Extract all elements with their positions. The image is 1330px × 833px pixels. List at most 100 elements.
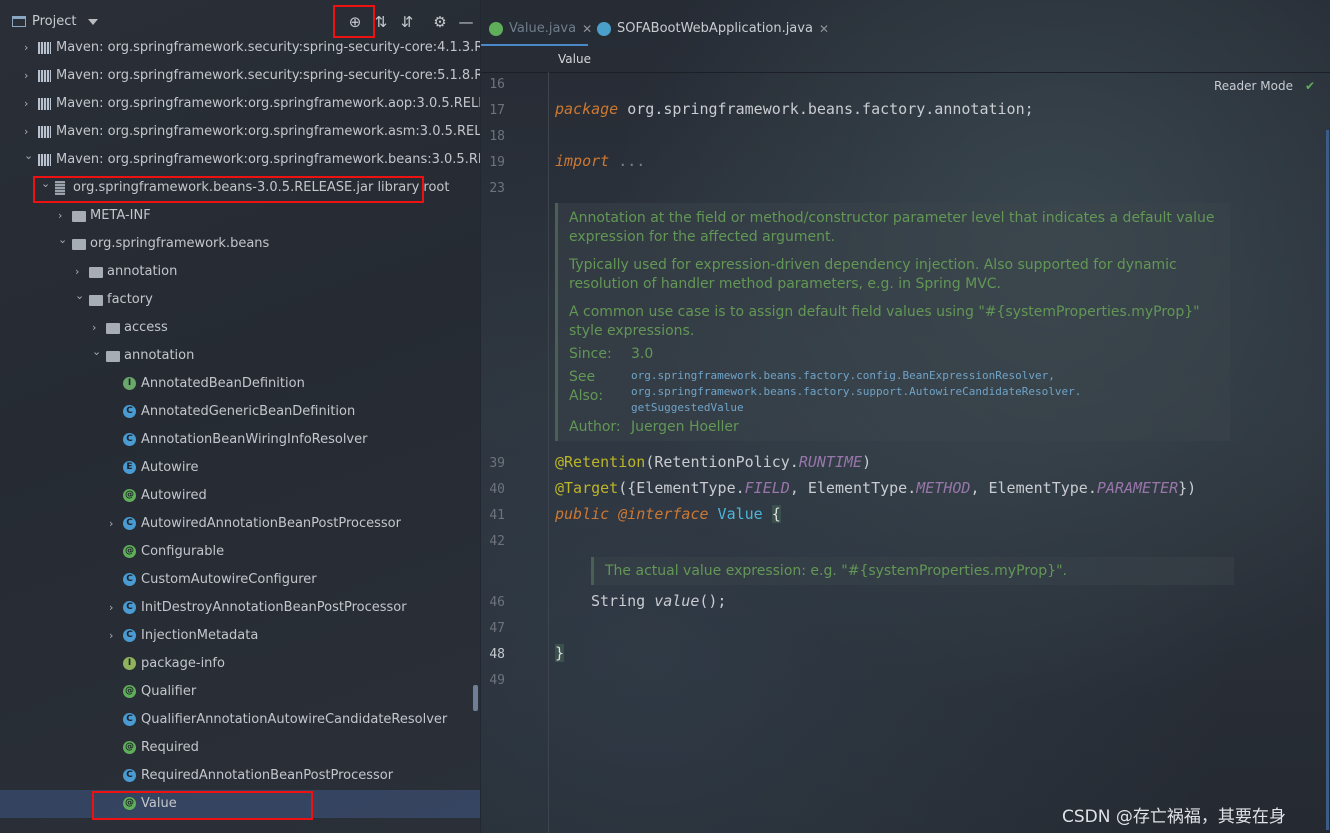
chevron-right-icon[interactable]: › — [109, 510, 119, 538]
tree-node[interactable]: @ Qualifier — [0, 678, 480, 706]
package-info-icon: I — [123, 657, 136, 670]
class-icon: C — [123, 573, 136, 586]
code-line-method[interactable]: String value(); — [591, 592, 726, 610]
doc-tag-value: Juergen Hoeller — [631, 419, 739, 435]
tab-sofaboot-web-application[interactable]: SOFABootWebApplication.java ✕ — [597, 14, 829, 44]
code-text: ) — [862, 453, 872, 471]
tab-value-java[interactable]: Value.java ✕ — [489, 14, 592, 44]
class-icon: C — [123, 601, 136, 614]
folded-imports[interactable]: ... — [609, 152, 645, 170]
code-line-retention[interactable]: @Retention(RetentionPolicy.RUNTIME) — [555, 453, 871, 471]
chevron-right-icon[interactable]: › — [109, 594, 119, 622]
tree-node-label: annotation — [107, 264, 178, 279]
close-icon[interactable]: ✕ — [582, 14, 592, 44]
tree-node[interactable]: Ipackage-info — [0, 650, 480, 678]
doc-link[interactable]: getSuggestedValue — [631, 400, 1081, 416]
tree-node-label: AutowiredAnnotationBeanPostProcessor — [141, 516, 401, 531]
tree-node[interactable]: › C AutowiredAnnotationBeanPostProcessor — [0, 510, 480, 538]
tree-node-label: AnnotatedGenericBeanDefinition — [141, 404, 356, 419]
folder-icon — [72, 211, 86, 222]
tree-node-label: org.springframework.beans — [90, 236, 270, 251]
doc-link[interactable]: org.springframework.beans.factory.config… — [631, 368, 1081, 384]
chevron-right-icon[interactable]: › — [24, 90, 34, 118]
hide-panel-icon[interactable]: — — [458, 14, 474, 30]
doc-author: Author: Juergen Hoeller — [569, 418, 1220, 437]
chevron-down-icon[interactable]: ⌄ — [75, 282, 85, 310]
line-number: 41 — [489, 508, 505, 523]
breadcrumb[interactable]: Value — [558, 52, 591, 66]
tree-node-label: Autowire — [141, 460, 199, 475]
chevron-right-icon[interactable]: › — [109, 622, 119, 650]
tree-node[interactable]: C AnnotatedGenericBeanDefinition — [0, 398, 480, 426]
tree-node-label: package-info — [141, 656, 225, 671]
close-icon[interactable]: ✕ — [819, 14, 829, 44]
annotation-icon: @ — [123, 741, 136, 754]
tree-node[interactable]: › Maven: org.springframework:org.springfr… — [0, 90, 480, 118]
highlight-box-locate — [333, 5, 375, 38]
line-number: 23 — [489, 181, 505, 196]
collapse-all-icon[interactable]: ⇵ — [399, 14, 415, 30]
tree-node-label: Maven: org.springframework.security:spri… — [56, 68, 480, 83]
reader-mode-toggle[interactable]: Reader Mode — [1214, 79, 1293, 93]
chevron-right-icon[interactable]: › — [24, 62, 34, 90]
tree-node[interactable]: C QualifierAnnotationAutowireCandidateRes… — [0, 706, 480, 734]
enum-constant: RUNTIME — [798, 453, 863, 471]
tree-node[interactable]: E Autowire — [0, 454, 480, 482]
class-icon: C — [123, 517, 136, 530]
tree-node[interactable]: C CustomAutowireConfigurer — [0, 566, 480, 594]
project-view-selector[interactable]: Project — [12, 14, 99, 29]
maven-library-icon — [38, 126, 51, 138]
tree-node[interactable]: › Maven: org.springframework.security:spr… — [0, 34, 480, 62]
tree-node[interactable]: @ Configurable — [0, 538, 480, 566]
tree-node-label: Maven: org.springframework:org.springfra… — [56, 96, 480, 111]
chevron-down-icon — [88, 18, 99, 25]
tree-node[interactable]: › access — [0, 314, 480, 342]
panel-title: Project — [32, 14, 77, 29]
project-tree[interactable]: › Maven: org.springframework.security:spr… — [0, 34, 480, 818]
tree-node[interactable]: › Maven: org.springframework.security:spr… — [0, 62, 480, 90]
tree-node[interactable]: C RequiredAnnotationBeanPostProcessor — [0, 762, 480, 790]
tree-scrollbar[interactable] — [473, 685, 478, 711]
gear-icon[interactable]: ⚙ — [432, 14, 448, 30]
line-number: 16 — [489, 77, 505, 92]
tree-node[interactable]: › C InitDestroyAnnotationBeanPostProcessor — [0, 594, 480, 622]
tree-node[interactable]: ⌄ Maven: org.springframework:org.springfr… — [0, 146, 480, 174]
line-number: 47 — [489, 621, 505, 636]
tree-node[interactable]: ⌄ annotation — [0, 342, 480, 370]
tree-node-label: annotation — [124, 348, 195, 363]
editor-tab-bar: Value.java ✕ SOFABootWebApplication.java… — [481, 14, 1330, 44]
code-line-target[interactable]: @Target({ElementType.FIELD, ElementType.… — [555, 479, 1196, 497]
tree-node[interactable]: C AnnotationBeanWiringInfoResolver — [0, 426, 480, 454]
expand-all-icon[interactable]: ⇅ — [373, 14, 389, 30]
package-name: org.springframework.beans.factory.annota… — [618, 100, 1034, 118]
tree-node[interactable]: › annotation — [0, 258, 480, 286]
doc-paragraph: Annotation at the field or method/constr… — [569, 210, 1215, 245]
code-line-package[interactable]: package org.springframework.beans.factor… — [555, 100, 1034, 118]
tree-node[interactable]: › META-INF — [0, 202, 480, 230]
tree-node[interactable]: I AnnotatedBeanDefinition — [0, 370, 480, 398]
folder-icon — [72, 239, 86, 250]
tree-node[interactable]: › C InjectionMetadata — [0, 622, 480, 650]
chevron-down-icon[interactable]: ⌄ — [24, 142, 34, 170]
chevron-right-icon[interactable]: › — [24, 34, 34, 62]
tree-node[interactable]: @ Required — [0, 734, 480, 762]
tree-node[interactable]: @ Autowired — [0, 482, 480, 510]
doc-link[interactable]: org.springframework.beans.factory.suppor… — [631, 384, 1081, 400]
editor-scrollbar[interactable] — [1326, 130, 1329, 830]
keyword: import — [555, 152, 610, 170]
annotation: @Target — [555, 479, 619, 497]
enum-icon: E — [123, 461, 136, 474]
chevron-down-icon[interactable]: ⌄ — [92, 338, 102, 366]
line-number: 49 — [489, 673, 505, 688]
code-line-declaration[interactable]: public @interface Value { — [555, 505, 781, 523]
type-name: String — [591, 592, 646, 610]
tree-node[interactable]: ⌄ org.springframework.beans — [0, 230, 480, 258]
code-line-close[interactable]: } — [555, 644, 565, 662]
tab-label: SOFABootWebApplication.java — [617, 21, 813, 36]
highlight-box-jar — [33, 176, 424, 203]
code-line-import[interactable]: import ... — [555, 152, 645, 170]
tree-node[interactable]: ⌄ factory — [0, 286, 480, 314]
chevron-down-icon[interactable]: ⌄ — [58, 226, 68, 254]
tree-node[interactable]: › Maven: org.springframework:org.springfr… — [0, 118, 480, 146]
project-window-icon — [12, 16, 26, 27]
